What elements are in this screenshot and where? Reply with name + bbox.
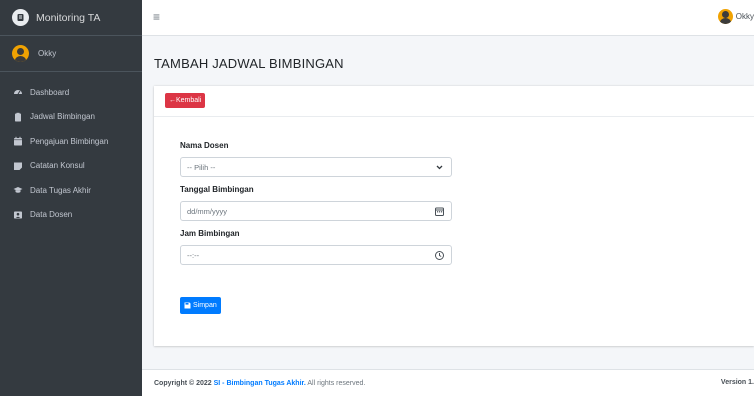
footer-rights: All rights reserved.: [305, 379, 366, 387]
calendar-icon[interactable]: [434, 206, 445, 217]
footer-version: Version 1.: [720, 379, 754, 386]
clipboard-icon: [13, 112, 23, 122]
brand-logo-icon: [12, 9, 29, 26]
id-card-icon: [13, 210, 23, 220]
jam-label: Jam Bimbingan: [180, 229, 240, 238]
sidebar-item-pengajuan-bimbingan[interactable]: Pengajuan Bimbingan: [0, 129, 142, 154]
arrow-left-icon: ←: [169, 97, 176, 104]
tanggal-input-placeholder: dd/mm/yyyy: [187, 206, 228, 216]
form-card: ← Kembali Nama Dosen -- Pilih -- Tanggal…: [154, 86, 754, 346]
dosen-select-value: -- Pilih --: [187, 162, 216, 172]
sidebar-item-data-tugas-akhir[interactable]: Data Tugas Akhir: [0, 178, 142, 203]
back-button-label: Kembali: [176, 97, 202, 104]
brand-link[interactable]: Monitoring TA: [0, 0, 142, 36]
hamburger-menu-icon[interactable]: ≡: [153, 11, 163, 23]
save-button[interactable]: Simpan: [180, 297, 221, 314]
jam-input-placeholder: --:--: [187, 250, 200, 260]
footer-copyright: Copyright © 2022: [154, 379, 214, 387]
sidebar-item-jadwal-bimbingan[interactable]: Jadwal Bimbingan: [0, 105, 142, 130]
sidebar-item-label: Data Tugas Akhir: [30, 185, 91, 195]
sidebar-item-dashboard[interactable]: Dashboard: [0, 80, 142, 105]
graduation-cap-icon: [13, 185, 23, 195]
sidebar: Monitoring TA Okky Dashboard Jadwal Bimb…: [0, 0, 142, 396]
dosen-select[interactable]: -- Pilih --: [180, 157, 452, 177]
save-icon: [184, 302, 191, 309]
save-button-label: Simpan: [193, 302, 217, 309]
clock-icon[interactable]: [434, 250, 445, 261]
navbar-avatar-icon: [717, 9, 733, 24]
chevron-down-icon: [434, 162, 445, 173]
tanggal-input[interactable]: dd/mm/yyyy: [180, 201, 452, 221]
user-panel[interactable]: Okky: [0, 36, 142, 72]
navbar-user-name: Okky: [735, 12, 754, 21]
page-title: TAMBAH JADWAL BIMBINGAN: [154, 56, 344, 71]
back-button[interactable]: ← Kembali: [165, 93, 206, 108]
sidebar-item-label: Jadwal Bimbingan: [30, 112, 95, 122]
sidebar-item-label: Catatan Konsul: [30, 161, 85, 171]
footer-link[interactable]: SI - Bimbingan Tugas Akhir.: [214, 380, 306, 387]
sidebar-item-data-dosen[interactable]: Data Dosen: [0, 203, 142, 228]
sidebar-item-label: Dashboard: [30, 87, 70, 97]
calendar-icon: [13, 136, 23, 146]
footer: Copyright © 2022 SI - Bimbingan Tugas Ak…: [142, 369, 754, 396]
brand-title: Monitoring TA: [36, 11, 101, 24]
top-navbar: ≡ Okky: [142, 0, 754, 36]
tanggal-label: Tanggal Bimbingan: [180, 185, 254, 194]
navbar-user-menu[interactable]: Okky: [717, 9, 754, 24]
jam-input[interactable]: --:--: [180, 245, 452, 265]
user-name: Okky: [38, 49, 57, 58]
user-avatar-icon: [12, 45, 29, 62]
sidebar-item-label: Pengajuan Bimbingan: [30, 136, 109, 146]
card-header: ← Kembali: [154, 86, 754, 117]
note-icon: [13, 161, 23, 171]
sidebar-item-label: Data Dosen: [30, 210, 73, 220]
dosen-label: Nama Dosen: [180, 141, 229, 150]
sidebar-item-catatan-konsul[interactable]: Catatan Konsul: [0, 154, 142, 179]
dashboard-icon: [13, 87, 23, 97]
schedule-form: Nama Dosen -- Pilih -- Tanggal Bimbingan…: [180, 141, 452, 265]
